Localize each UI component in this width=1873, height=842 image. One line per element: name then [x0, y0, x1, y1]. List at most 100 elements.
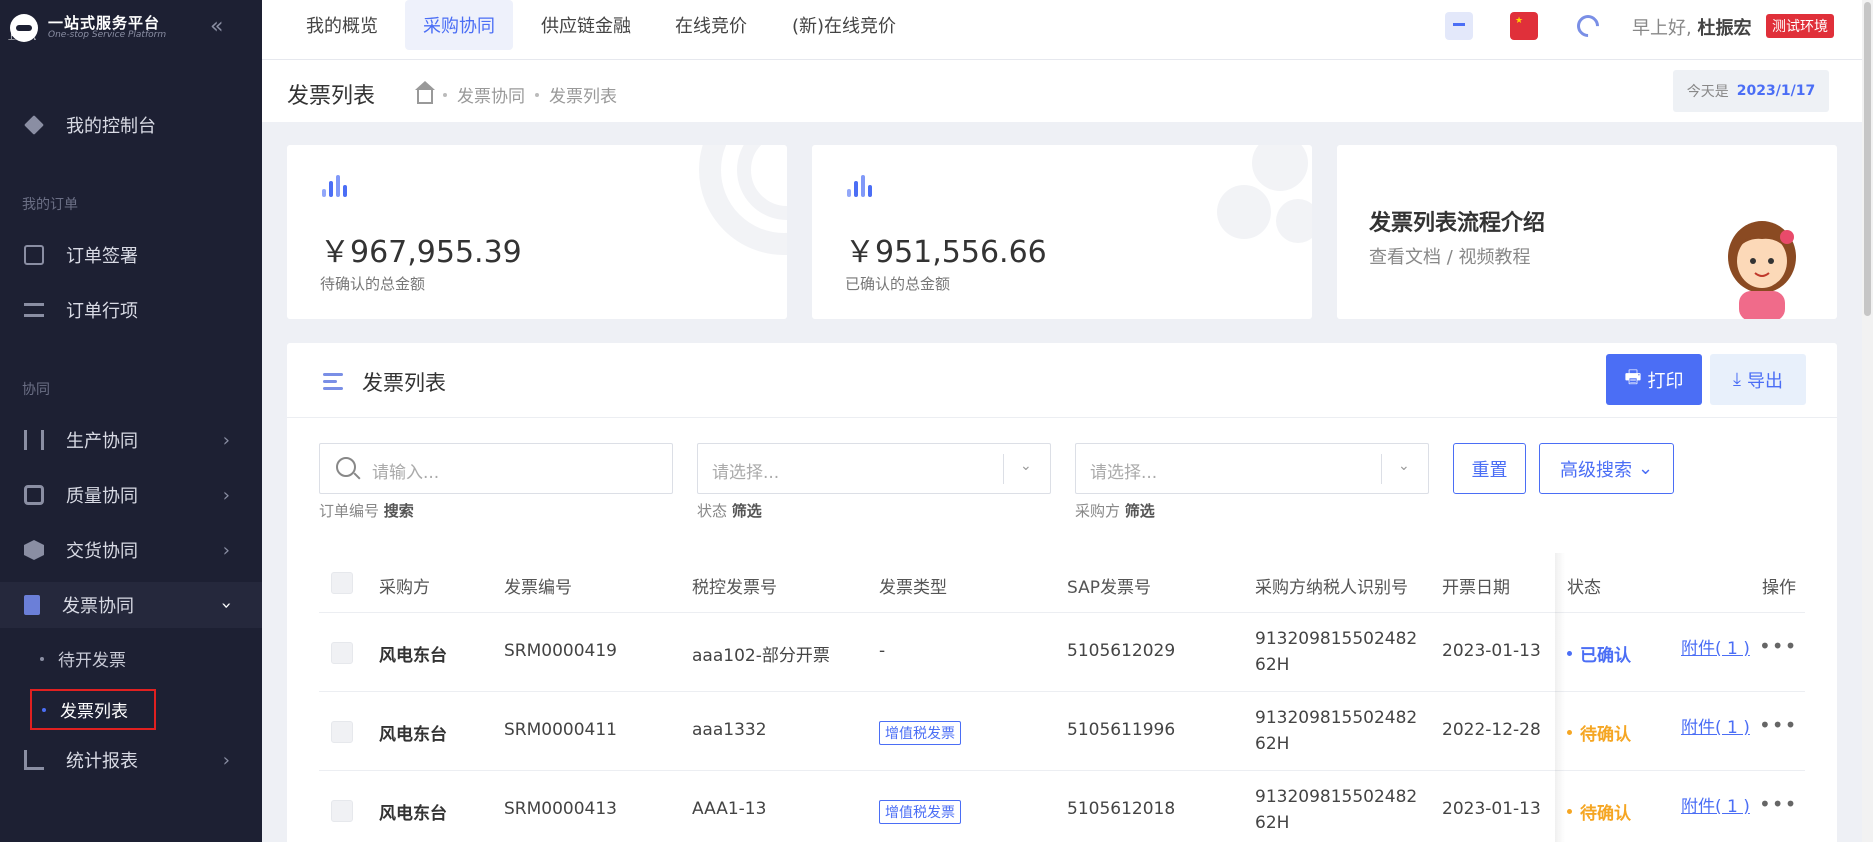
- table-row[interactable]: 风电东台 SRM0000411 aaa1332 增值税发票 5105611996…: [319, 693, 1805, 771]
- quality-icon: [24, 485, 44, 505]
- reset-button[interactable]: 重置: [1453, 443, 1526, 494]
- status-badge: 待确认: [1567, 799, 1631, 824]
- status-badge: 已确认: [1567, 641, 1631, 666]
- cell-buyer: 风电东台: [379, 804, 447, 824]
- attachment-link[interactable]: 附件( 1 ): [1681, 792, 1750, 817]
- today-indicator: 今天是 2023/1/17: [1673, 70, 1829, 112]
- pending-amount-label: 待确认的总金额: [320, 275, 426, 293]
- sidebar-item-reports[interactable]: 统计报表 ›: [0, 737, 262, 783]
- sidebar: 一站式服务平台 One-stop Service Platform 上海电气 «…: [0, 0, 262, 842]
- row-checkbox[interactable]: [331, 800, 353, 822]
- page-scrollbar[interactable]: [1862, 0, 1873, 842]
- more-actions-icon[interactable]: •••: [1759, 792, 1797, 816]
- breadcrumb: 发票协同 发票列表: [415, 80, 617, 107]
- sidebar-item-order-lines[interactable]: 订单行项: [0, 287, 262, 333]
- cell-sap: 5105612029: [1067, 641, 1176, 661]
- cell-invoice-no: SRM0000413: [504, 799, 617, 819]
- row-checkbox[interactable]: [331, 642, 353, 664]
- select-all-checkbox[interactable]: [331, 572, 353, 594]
- attachment-link[interactable]: 附件( 1 ): [1681, 713, 1750, 738]
- cell-tax-id: 91320981550248262H: [1255, 787, 1418, 833]
- double-chevron-left-icon[interactable]: «: [210, 14, 223, 39]
- bar-chart-icon: [847, 175, 872, 197]
- row-checkbox[interactable]: [331, 721, 353, 743]
- invoice-type-tag: 增值税发票: [879, 721, 961, 745]
- table-row[interactable]: 风电东台 SRM0000413 AAA1-13 增值税发票 5105612018…: [319, 772, 1805, 842]
- user-name: 杜振宏: [1697, 18, 1752, 39]
- topnav-bidding[interactable]: 在线竞价: [675, 0, 747, 50]
- document-icon[interactable]: [1445, 12, 1473, 40]
- china-flag-icon[interactable]: ★: [1510, 12, 1538, 40]
- order-number-search-input[interactable]: 请输入...: [319, 443, 673, 494]
- topnav-new-bidding[interactable]: (新)在线竞价: [792, 0, 896, 50]
- top-bar: 我的概览 采购协同 供应链金融 在线竞价 (新)在线竞价 ★ 早上好, 杜振宏 …: [262, 0, 1862, 60]
- logo-title: 一站式服务平台: [48, 13, 161, 32]
- search-icon: [336, 457, 356, 477]
- chevron-down-icon: ⌄: [1020, 458, 1032, 474]
- intro-card[interactable]: 发票列表流程介绍 查看文档 / 视频教程: [1337, 145, 1837, 319]
- home-icon[interactable]: [415, 80, 435, 104]
- export-button[interactable]: ⤓ 导出: [1710, 354, 1806, 405]
- topnav-overview[interactable]: 我的概览: [306, 0, 378, 50]
- cell-date: 2022-12-28: [1442, 720, 1541, 740]
- breadcrumb-item-invoice-list: 发票列表: [549, 87, 617, 107]
- chevron-down-icon: ⌄: [1398, 458, 1410, 474]
- cell-sap: 5105612018: [1067, 799, 1176, 819]
- confirmed-amount-label: 已确认的总金额: [845, 275, 951, 293]
- column-header-type: 发票类型: [879, 578, 947, 598]
- bar-chart-icon: [322, 175, 347, 197]
- bar-chart-icon: [24, 750, 44, 770]
- sidebar-item-delivery[interactable]: 交货协同 ›: [0, 527, 262, 573]
- logo-subtitle: One-stop Service Platform: [48, 30, 167, 41]
- order-number-label: 订单编号 搜索: [319, 502, 414, 520]
- page-title: 发票列表: [287, 84, 376, 109]
- column-header-status: 状态: [1567, 578, 1601, 598]
- scrollbar-thumb[interactable]: [1864, 2, 1871, 316]
- topnav-finance[interactable]: 供应链金融: [541, 0, 631, 50]
- breadcrumb-item-invoice-collab[interactable]: 发票协同: [457, 82, 525, 107]
- invoice-list-panel: 发票列表 🖶 打印 ⤓ 导出 请输入... 订单编号 搜索 请选择... ⌄ 状…: [287, 343, 1837, 842]
- cell-tax-no: AAA1-13: [692, 799, 767, 819]
- column-header-sap: SAP发票号: [1067, 578, 1151, 598]
- chevron-down-icon: ›: [215, 601, 237, 609]
- logo-small-text: 上海电气: [8, 33, 36, 41]
- edit-icon: [24, 245, 44, 265]
- sidebar-item-invoice[interactable]: 发票协同 ›: [0, 582, 262, 628]
- more-actions-icon[interactable]: •••: [1759, 713, 1797, 737]
- more-actions-icon[interactable]: •••: [1759, 634, 1797, 658]
- sidebar-item-quality[interactable]: 质量协同 ›: [0, 472, 262, 518]
- cell-sap: 5105611996: [1067, 720, 1176, 740]
- pending-amount-card: ￥967,955.39 待确认的总金额: [287, 145, 787, 319]
- table-row[interactable]: 风电东台 SRM0000419 aaa102-部分开票 - 5105612029…: [319, 614, 1805, 692]
- swap-icon: [24, 430, 44, 450]
- sidebar-item-production[interactable]: 生产协同 ›: [0, 417, 262, 463]
- sidebar-subitem-pending-invoice[interactable]: 待开发票: [40, 646, 126, 671]
- sidebar-item-order-sign[interactable]: 订单签署: [0, 232, 262, 278]
- chevron-right-icon: ›: [222, 484, 230, 506]
- advanced-search-button[interactable]: 高级搜索 ⌄: [1539, 443, 1674, 494]
- print-button[interactable]: 🖶 打印: [1606, 354, 1702, 405]
- chevron-right-icon: ›: [222, 749, 230, 771]
- layers-icon: [24, 115, 44, 135]
- cell-invoice-no: SRM0000411: [504, 720, 617, 740]
- attachment-link[interactable]: 附件( 1 ): [1681, 634, 1750, 659]
- intro-docs-link[interactable]: 查看文档 / 视频教程: [1369, 243, 1531, 269]
- greeting: 早上好, 杜振宏: [1632, 18, 1752, 39]
- headset-icon[interactable]: [1572, 10, 1604, 42]
- girl-avatar-icon: [1728, 221, 1796, 319]
- column-header-tax-id: 采购方纳税人识别号: [1255, 578, 1408, 598]
- cell-tax-id: 91320981550248262H: [1255, 629, 1418, 675]
- invoice-type-tag: 增值税发票: [879, 800, 961, 824]
- sidebar-subitem-invoice-list[interactable]: 发票列表: [30, 689, 156, 730]
- status-label: 状态 筛选: [697, 502, 762, 520]
- buyer-label: 采购方 筛选: [1075, 502, 1155, 520]
- sidebar-item-dashboard[interactable]: 我的控制台: [0, 102, 262, 148]
- status-select[interactable]: 请选择... ⌄: [697, 443, 1051, 494]
- cell-tax-id: 91320981550248262H: [1255, 708, 1418, 754]
- printer-icon: 🖶: [1624, 366, 1642, 388]
- confirmed-amount: ￥951,556.66: [845, 235, 1047, 270]
- buyer-select[interactable]: 请选择... ⌄: [1075, 443, 1429, 494]
- topnav-procurement[interactable]: 采购协同: [405, 0, 513, 50]
- menu-group-collab: 协同: [22, 382, 50, 398]
- menu-group-orders: 我的订单: [22, 197, 78, 213]
